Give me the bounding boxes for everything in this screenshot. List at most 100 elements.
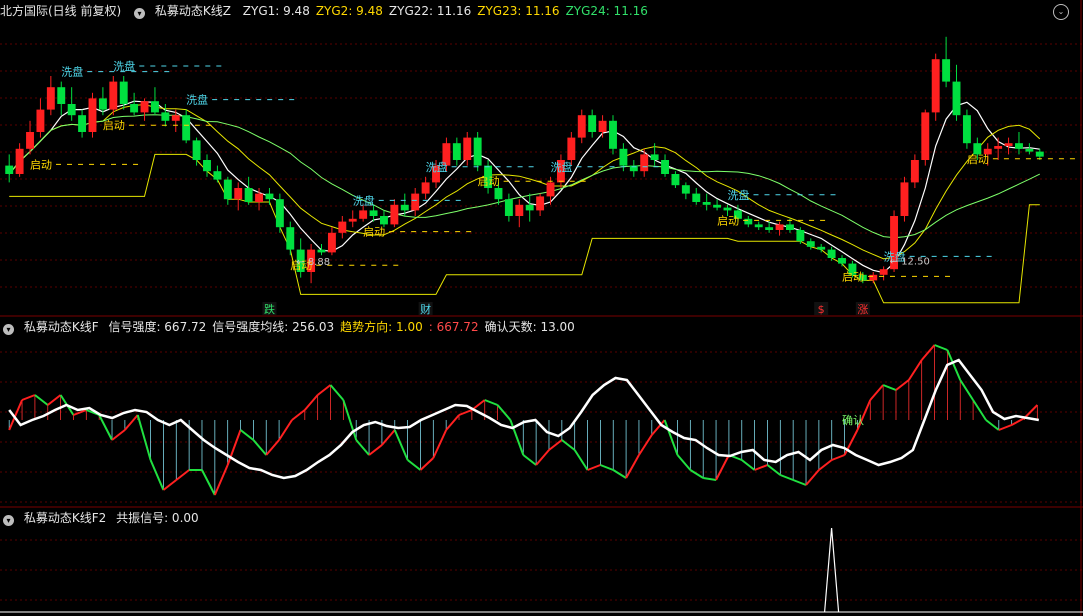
candle-body	[567, 137, 576, 160]
candle-body	[1025, 148, 1034, 152]
candle-body	[452, 143, 461, 160]
candle-body	[775, 224, 784, 230]
indicator-values: 信号强度: 667.72 信号强度均线: 256.03 趋势方向: 1.00: 66…	[108, 320, 580, 334]
main-panel-header: 北方国际(日线 前复权) ▾ 私募动态K线Z ZYG1: 9.48 ZYG2: 9…	[0, 2, 660, 20]
osc-line-segment	[406, 459, 422, 471]
candle-body	[369, 210, 378, 216]
signal-marker: 财	[420, 302, 431, 316]
candle-body	[1004, 143, 1013, 146]
candle-body	[5, 165, 14, 174]
osc-line-segment	[715, 454, 730, 481]
candle-body	[359, 210, 368, 219]
osc-line-segment	[136, 414, 152, 461]
osc-line-segment	[754, 464, 768, 471]
chevron-down-icon[interactable]: ▾	[134, 8, 146, 19]
indicator-value: 信号强度均线: 256.03	[212, 320, 335, 334]
signal-marker: 涨	[857, 303, 868, 316]
candle-body	[286, 227, 295, 250]
candle-body	[338, 221, 347, 233]
oscillator-panel-header: ▾ 私募动态K线F 信号强度: 667.72 信号强度均线: 256.03 趋势方向…	[0, 318, 587, 336]
osc-line-segment	[869, 384, 884, 401]
candle-body	[46, 87, 55, 110]
candle-body	[327, 232, 336, 253]
candle-body	[265, 193, 274, 200]
osc-line-segment	[213, 464, 229, 496]
candle-body	[182, 115, 191, 141]
indicator-name[interactable]: 私募动态K线F	[24, 320, 99, 334]
osc-line-segment	[496, 404, 512, 421]
candle-body	[161, 112, 170, 121]
candle-body	[150, 101, 159, 113]
washout-label: 洗盘	[61, 65, 83, 79]
osc-line-segment	[689, 469, 704, 479]
candle-body	[411, 193, 420, 211]
osc-line-segment	[779, 474, 794, 481]
candle-body	[504, 199, 513, 216]
osc-line-segment	[522, 454, 537, 466]
osc-line-segment	[149, 459, 165, 491]
candle-body	[931, 59, 940, 113]
signal-marker: 跌	[264, 302, 275, 316]
launch-label: 启动	[363, 226, 385, 239]
indicator-value: ZYG22: 11.16	[388, 4, 472, 18]
osc-line-segment	[291, 409, 306, 421]
osc-line-segment	[368, 444, 383, 456]
indicator-name[interactable]: 私募动态K线Z	[155, 4, 231, 18]
candle-body	[702, 202, 711, 205]
osc-line-segment	[98, 414, 113, 441]
osc-line-segment	[1011, 417, 1025, 426]
osc-line-segment	[252, 439, 268, 456]
launch-label: 启动	[842, 270, 864, 283]
candle-body	[390, 204, 399, 225]
osc-line-segment	[805, 469, 820, 486]
chevron-down-icon[interactable]: ▾	[3, 324, 14, 335]
osc-line-segment	[432, 429, 448, 459]
candle-body	[1015, 143, 1023, 149]
osc-line-segment	[329, 384, 345, 401]
osc-line-segment	[201, 469, 216, 496]
price-extreme-label: ← 8.88	[296, 257, 330, 268]
chevron-down-icon[interactable]: ▾	[3, 515, 14, 526]
candle-body	[796, 230, 805, 242]
osc-line-segment	[162, 479, 177, 491]
instrument-title[interactable]: 北方国际(日线 前复权)	[0, 4, 121, 18]
candle-body	[26, 132, 34, 149]
osc-line-segment	[381, 429, 396, 446]
candle-body	[140, 101, 149, 113]
osc-line-segment	[831, 454, 845, 461]
candle-body	[640, 154, 649, 172]
candle-body	[962, 115, 971, 144]
osc-line-segment	[445, 414, 460, 431]
osc-line-segment	[998, 424, 1013, 431]
osc-line-segment	[304, 394, 319, 411]
indicator-name[interactable]: 私募动态K线F2	[24, 511, 106, 525]
candle-body	[234, 188, 243, 200]
candle-body	[817, 246, 826, 250]
osc-line-segment	[612, 469, 627, 479]
candle-body	[463, 137, 472, 160]
osc-line-segment	[625, 454, 640, 479]
osc-line-segment	[676, 454, 692, 471]
osc-line-segment	[278, 419, 293, 441]
candle-body	[838, 258, 846, 264]
candle-body	[921, 112, 930, 160]
indicator-value: ZYG2: 9.48	[315, 4, 383, 18]
candle-body	[754, 224, 763, 228]
candle-body	[57, 87, 66, 104]
indicator-value: 趋势方向: 1.00	[340, 320, 423, 334]
launch-label: 启动	[103, 119, 125, 132]
candle-body	[765, 227, 774, 230]
candle-body	[650, 154, 659, 160]
osc-line-segment	[21, 394, 36, 401]
launch-label: 启动	[478, 175, 500, 188]
osc-line-segment	[920, 344, 936, 361]
candle-body	[15, 148, 24, 174]
osc-line-segment	[239, 429, 255, 441]
washout-label: 洗盘	[426, 160, 448, 174]
osc-line-segment	[355, 439, 370, 456]
candle-body	[171, 115, 180, 121]
osc-line-segment	[393, 429, 409, 461]
chevron-double-down-icon[interactable]: ⌄	[1053, 4, 1069, 20]
indicator-value: ZYG24: 11.16	[565, 4, 648, 18]
candle-body	[661, 160, 669, 174]
